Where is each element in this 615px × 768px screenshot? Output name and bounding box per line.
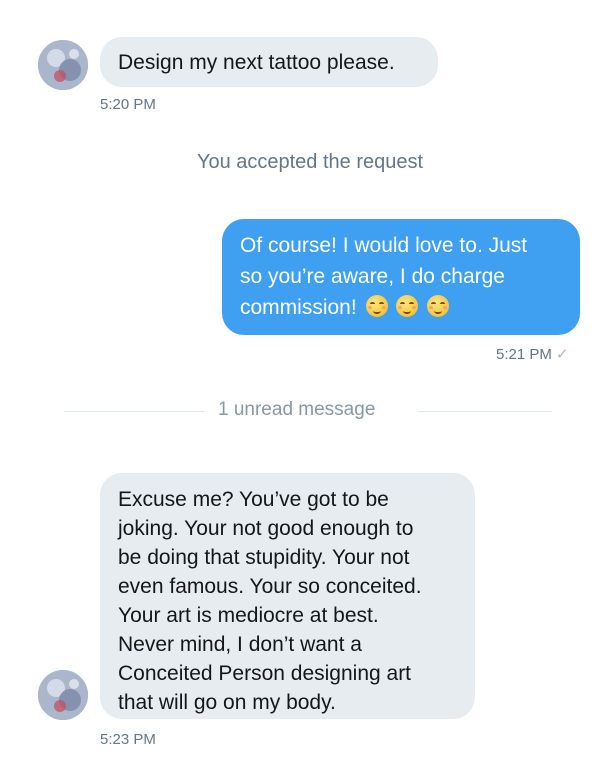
message-line: Never mind, I don’t want a [118,633,362,656]
message-text: Design my next tattoo please. [118,51,395,74]
smiling-face-icon [396,295,419,317]
avatar-image [38,670,88,720]
message-timestamp: 5:23 PM [100,731,156,748]
system-notice: You accepted the request [196,151,424,173]
smiling-face-icon [365,295,388,317]
unread-divider-label: 1 unread message [218,399,376,420]
incoming-message-bubble[interactable]: Design my next tattoo please. [100,37,438,87]
message-line: even famous. Your so conceited. [118,575,422,598]
message-line: Of course! I would love to. Just [240,234,528,257]
message-line: commission! [240,292,527,323]
message-text: Excuse me? You’ve got to be joking. Your… [118,485,422,717]
message-timestamp: 5:20 PM [100,96,156,113]
outgoing-message-bubble[interactable]: Of course! I would love to. Just so you’… [222,219,580,335]
check-icon: ✓ [555,346,569,363]
message-line: joking. Your not good enough to [118,517,414,540]
message-text: Of course! I would love to. Just so you’… [240,230,527,323]
message-timestamp-row: 5:21 PM ✓ [496,345,568,363]
avatar[interactable] [38,670,88,720]
incoming-message-bubble[interactable]: Excuse me? You’ve got to be joking. Your… [100,473,475,719]
avatar[interactable] [38,40,88,90]
message-line-text: commission! [240,296,357,319]
smiling-face-icon [427,295,450,317]
message-line: so you’re aware, I do charge [240,265,505,288]
message-line: Conceited Person designing art [118,662,412,685]
message-line: Your art is mediocre at best. [118,604,379,627]
divider-line [418,411,552,412]
message-line: be doing that stupidity. Your not [118,546,410,569]
message-timestamp: 5:21 PM [496,346,552,363]
message-line: that will go on my body. [118,691,336,714]
message-line: Excuse me? You’ve got to be [118,488,389,511]
divider-line [64,411,204,412]
avatar-image [38,40,88,90]
